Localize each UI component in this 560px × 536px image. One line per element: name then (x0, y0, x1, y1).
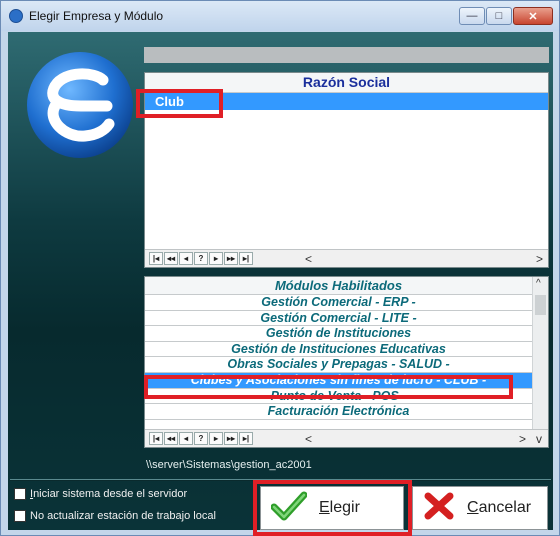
title-bar[interactable]: Elegir Empresa y Módulo — □ ✕ (1, 1, 559, 31)
modulos-grid[interactable]: Módulos Habilitados Gestión Comercial - … (144, 276, 549, 448)
dialog-client-area: Razón Social Club |◂ ◂◂ ◂ ? ▸ ▸▸ ▸| < > … (8, 32, 553, 536)
start-from-server-checkbox[interactable] (14, 488, 26, 500)
nav-next-page-button[interactable]: ▸▸ (224, 252, 238, 265)
modulo-row[interactable]: Punto de Venta - POS - (145, 389, 532, 405)
modulo-row[interactable]: Obras Sociales y Prepagas - SALUD - (145, 357, 532, 373)
close-button[interactable]: ✕ (513, 7, 553, 25)
maximize-button[interactable]: □ (486, 7, 512, 25)
nav-first-button[interactable]: |◂ (149, 252, 163, 265)
checkmark-icon (270, 491, 308, 526)
hscroll-right-arrow[interactable]: > (519, 432, 526, 446)
dialog-window: Elegir Empresa y Módulo — □ ✕ Razón Soci… (0, 0, 560, 536)
no-update-local-checkbox[interactable] (14, 510, 26, 522)
top-bar (144, 47, 549, 63)
empresa-row-club[interactable]: Club (145, 93, 548, 110)
start-from-server-option[interactable]: Iniciar sistema desde el servidor (14, 488, 187, 500)
scroll-down-arrow[interactable]: v (536, 432, 542, 446)
hscroll-right-arrow[interactable]: > (536, 252, 543, 266)
hscroll-left-arrow[interactable]: < (305, 252, 312, 266)
modulos-vertical-scrollbar[interactable]: ^ (532, 277, 548, 431)
app-icon (9, 9, 23, 23)
window-title: Elegir Empresa y Módulo (29, 9, 164, 23)
modulo-row[interactable]: Facturación Electrónica (145, 404, 532, 420)
nav-next-button[interactable]: ▸ (209, 432, 223, 445)
elegir-label: Elegir (319, 499, 360, 516)
cancelar-button[interactable]: Cancelar (412, 486, 548, 530)
nav-next-page-button[interactable]: ▸▸ (224, 432, 238, 445)
nav-prior-button[interactable]: ◂ (179, 432, 193, 445)
no-update-local-label: No actualizar estación de trabajo local (30, 510, 216, 522)
cancelar-label: Cancelar (467, 499, 532, 516)
empresa-grid-header[interactable]: Razón Social (145, 73, 548, 93)
nav-prior-page-button[interactable]: ◂◂ (164, 432, 178, 445)
nav-prior-button[interactable]: ◂ (179, 252, 193, 265)
server-path: \\server\Sistemas\gestion_ac2001 (146, 459, 312, 471)
divider (10, 479, 551, 481)
scroll-thumb[interactable] (535, 295, 546, 315)
no-update-local-option[interactable]: No actualizar estación de trabajo local (14, 510, 216, 522)
nav-first-button[interactable]: |◂ (149, 432, 163, 445)
modulo-row[interactable]: Gestión Comercial - LITE - (145, 311, 532, 327)
company-logo (25, 50, 135, 160)
minimize-button[interactable]: — (459, 7, 485, 25)
nav-search-button[interactable]: ? (194, 252, 208, 265)
nav-search-button[interactable]: ? (194, 432, 208, 445)
nav-prior-page-button[interactable]: ◂◂ (164, 252, 178, 265)
modulos-navigator: |◂ ◂◂ ◂ ? ▸ ▸▸ ▸| < > v (145, 429, 548, 447)
modulo-row[interactable]: Gestión de Instituciones Educativas (145, 342, 532, 358)
hscroll-left-arrow[interactable]: < (305, 432, 312, 446)
empresa-navigator: |◂ ◂◂ ◂ ? ▸ ▸▸ ▸| < > (145, 249, 548, 267)
start-from-server-label: Iniciar sistema desde el servidor (30, 488, 188, 500)
modulos-grid-header[interactable]: Módulos Habilitados (145, 277, 532, 295)
empresa-grid[interactable]: Razón Social Club |◂ ◂◂ ◂ ? ▸ ▸▸ ▸| < > (144, 72, 549, 268)
nav-last-button[interactable]: ▸| (239, 252, 253, 265)
nav-last-button[interactable]: ▸| (239, 432, 253, 445)
scroll-up-arrow[interactable]: ^ (536, 278, 541, 289)
modulo-row-selected[interactable]: Clubes y Asociaciones sin fines de lucro… (145, 372, 532, 389)
modulo-row[interactable]: Gestión de Instituciones (145, 326, 532, 342)
x-icon (423, 491, 455, 526)
nav-next-button[interactable]: ▸ (209, 252, 223, 265)
modulo-row[interactable]: Gestión Comercial - ERP - (145, 295, 532, 311)
elegir-button[interactable]: Elegir (260, 486, 404, 530)
